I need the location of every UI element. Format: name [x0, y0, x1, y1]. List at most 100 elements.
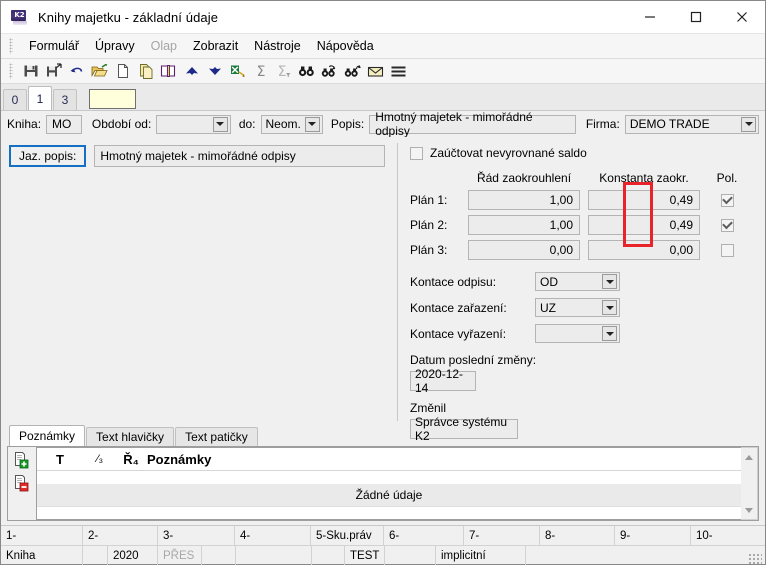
new-document-icon[interactable]: [111, 60, 134, 82]
save-icon[interactable]: [19, 60, 42, 82]
status-bar-bottom-row: Kniha 2020 PŘES TEST implicitní: [1, 546, 765, 565]
open-folder-icon[interactable]: [88, 60, 111, 82]
status-value-implicitni: implicitní: [436, 546, 526, 565]
index-tab-3[interactable]: 3: [53, 89, 77, 110]
saldo-checkbox-row[interactable]: Zaúčtovat nevyrovnané saldo: [398, 137, 765, 160]
undo-icon[interactable]: [65, 60, 88, 82]
saldo-label: Zaúčtovat nevyrovnané saldo: [430, 146, 587, 160]
datum-zmeny-field[interactable]: 2020-12-14: [410, 367, 476, 395]
arrow-up-icon[interactable]: [180, 60, 203, 82]
plan3-label: Plán 3:: [410, 243, 448, 257]
index-tab-1[interactable]: 1: [28, 86, 52, 110]
jaz-popis-button[interactable]: Jaz. popis:: [9, 145, 87, 167]
kontace-odpisu-combo[interactable]: OD: [535, 272, 620, 291]
index-tab-0[interactable]: 0: [3, 89, 27, 110]
tab-poznamky[interactable]: Poznámky: [9, 425, 86, 446]
saldo-checkbox[interactable]: [410, 146, 423, 160]
status-slot-7[interactable]: 7-: [464, 526, 540, 545]
do-combo[interactable]: Neom.: [260, 114, 323, 134]
status-slot-2[interactable]: 2-: [83, 526, 158, 545]
obdobi-od-combo[interactable]: [156, 114, 231, 134]
kniha-field[interactable]: MO: [46, 114, 82, 134]
grid-col-t[interactable]: T: [37, 452, 83, 467]
status-value-9: [385, 546, 436, 565]
kontace-vyrazeni-combo[interactable]: [535, 324, 620, 343]
plan3-konstanta-field[interactable]: 0,00: [588, 240, 700, 260]
plan1-rad-field[interactable]: 1,00: [468, 190, 580, 210]
status-slot-3[interactable]: 3-: [158, 526, 235, 545]
close-button[interactable]: [719, 1, 765, 33]
jaz-popis-field[interactable]: Hmotný majetek - mimořádné odpisy: [94, 145, 385, 167]
chevron-down-icon[interactable]: [602, 326, 617, 341]
delete-note-icon[interactable]: [13, 474, 31, 492]
jaz-popis-row: Jaz. popis: Hmotný majetek - mimořádné o…: [1, 137, 397, 167]
status-slot-5[interactable]: 5-Sku.práv: [311, 526, 384, 545]
color-swatch[interactable]: [89, 89, 136, 109]
tab-text-hlavicky[interactable]: Text hlavičky: [86, 427, 175, 446]
grid-col-sort[interactable]: ⁄₃: [83, 453, 117, 465]
copy-icon[interactable]: [134, 60, 157, 82]
menu-item-upravy[interactable]: Úpravy: [87, 36, 143, 56]
plan3-pol-checkbox[interactable]: [720, 243, 734, 257]
zmenil-field[interactable]: Správce systému K2: [410, 415, 518, 443]
status-slot-6[interactable]: 6-: [384, 526, 464, 545]
plan1-pol-checkbox[interactable]: [720, 193, 734, 207]
tab-text-paticky[interactable]: Text patičky: [175, 427, 258, 446]
status-slot-8[interactable]: 8-: [540, 526, 615, 545]
export-excel-icon[interactable]: [226, 60, 249, 82]
find-next-icon[interactable]: [341, 60, 364, 82]
arrow-down-icon[interactable]: [203, 60, 226, 82]
sum-icon[interactable]: Σ: [249, 60, 272, 82]
firma-combo[interactable]: DEMO TRADE: [624, 114, 759, 134]
obdobi-od-label: Období od:: [91, 117, 152, 131]
chevron-down-icon[interactable]: [602, 300, 617, 315]
resize-grip[interactable]: [748, 553, 762, 565]
status-value-6: [236, 546, 312, 565]
status-slot-9[interactable]: 9-: [615, 526, 691, 545]
minimize-button[interactable]: [627, 1, 673, 33]
notes-scrollbar[interactable]: [741, 447, 758, 520]
notes-grid-header: T ⁄₃ Ř₄ Poznámky: [37, 448, 741, 471]
save-as-icon[interactable]: [42, 60, 65, 82]
do-label: do:: [238, 117, 256, 131]
popis-field[interactable]: Hmotný majetek - mimořádné odpisy: [369, 110, 576, 138]
plan2-pol-checkbox[interactable]: [720, 218, 734, 232]
chevron-down-icon[interactable]: [741, 116, 756, 132]
book-icon[interactable]: [157, 60, 180, 82]
kontace-zarazeni-label: Kontace zařazení:: [410, 300, 507, 315]
menu-hamburger-icon[interactable]: [387, 60, 410, 82]
status-value-kniha: Kniha: [1, 546, 83, 565]
status-slot-10[interactable]: 10-: [691, 526, 765, 545]
plan1-konstanta-field[interactable]: 0,49: [588, 190, 700, 210]
grid-col-r[interactable]: Ř₄: [117, 452, 145, 467]
status-value-test: TEST: [345, 546, 385, 565]
chevron-down-icon[interactable]: [212, 116, 228, 132]
scroll-down-icon[interactable]: [742, 503, 757, 517]
plan-row: Plán 2: 1,00 0,49: [398, 215, 765, 235]
mail-icon[interactable]: [364, 60, 387, 82]
plan-table-header: Řád zaokrouhlení Konstanta zaokr. Pol.: [398, 171, 765, 185]
toolbar-grip[interactable]: [9, 63, 13, 79]
plan2-rad-field[interactable]: 1,00: [468, 215, 580, 235]
menu-grip[interactable]: [9, 38, 13, 54]
grid-col-poznamky[interactable]: Poznámky: [145, 452, 211, 467]
kontace-zarazeni-combo[interactable]: UZ: [535, 298, 620, 317]
plan2-konstanta-field[interactable]: 0,49: [588, 215, 700, 235]
status-slot-4[interactable]: 4-: [235, 526, 311, 545]
chevron-down-icon[interactable]: [304, 116, 320, 132]
menu-item-zobrazit[interactable]: Zobrazit: [185, 36, 246, 56]
maximize-button[interactable]: [673, 1, 719, 33]
chevron-down-icon[interactable]: [602, 274, 617, 289]
kontace-odpisu-label: Kontace odpisu:: [410, 274, 497, 289]
menu-item-formular[interactable]: Formulář: [21, 36, 87, 56]
toolbar: Σ Σ: [1, 59, 765, 84]
find-previous-icon[interactable]: [318, 60, 341, 82]
plan3-rad-field[interactable]: 0,00: [468, 240, 580, 260]
scroll-up-icon[interactable]: [742, 450, 757, 464]
col-pol: Pol.: [716, 171, 738, 185]
add-note-icon[interactable]: [13, 451, 31, 469]
menu-item-nastroje[interactable]: Nástroje: [246, 36, 309, 56]
menu-item-napoveda[interactable]: Nápověda: [309, 36, 382, 56]
status-slot-1[interactable]: 1-: [1, 526, 83, 545]
find-icon[interactable]: [295, 60, 318, 82]
